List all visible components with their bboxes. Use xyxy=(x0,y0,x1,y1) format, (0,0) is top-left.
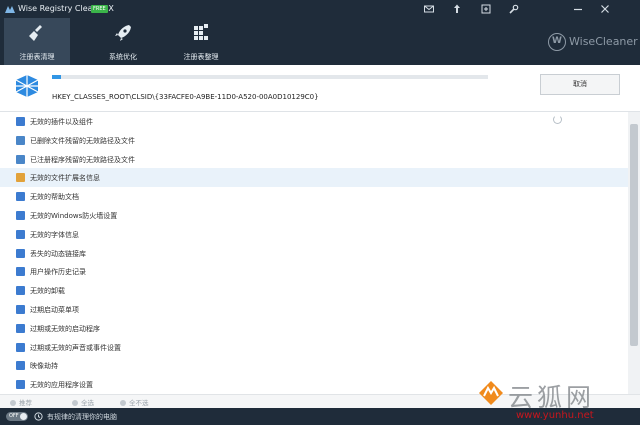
category-icon xyxy=(16,173,25,183)
select-none-button[interactable]: 全不选 xyxy=(120,397,149,407)
cancel-button[interactable]: 取消 xyxy=(540,74,620,95)
rocket-icon xyxy=(115,25,131,41)
tab-label: 注册表整理 xyxy=(183,53,219,61)
free-badge: FREE xyxy=(91,5,108,13)
category-icon xyxy=(16,210,25,220)
select-none-label: 全不选 xyxy=(129,399,149,407)
scan-panel: HKEY_CLASSES_ROOT\CLSID\{33FACFE0-A9BE-1… xyxy=(0,65,640,112)
watermark-logo-icon xyxy=(479,381,503,405)
list-scrollbar[interactable] xyxy=(628,112,640,394)
category-icon xyxy=(16,267,25,277)
category-icon xyxy=(16,304,25,314)
list-item[interactable]: 用户操作历史记录 xyxy=(0,262,628,281)
category-icon xyxy=(16,248,25,258)
category-icon xyxy=(16,361,25,371)
recommend-button[interactable]: 推荐 xyxy=(10,397,32,407)
wisecleaner-logo-icon: W xyxy=(548,33,566,51)
category-icon xyxy=(16,192,25,202)
toggle-state-label: OFF xyxy=(9,413,19,419)
list-item[interactable]: 过期启动菜单项 xyxy=(0,300,628,319)
scan-progress-bar xyxy=(52,75,488,79)
category-icon xyxy=(16,135,25,145)
tab-label: 系统优化 xyxy=(109,53,137,61)
brand-text: WiseCleaner xyxy=(569,35,638,48)
category-icon xyxy=(16,323,25,333)
list-item-label: 过期启动菜单项 xyxy=(30,305,79,314)
list-item[interactable]: 无效的插件以及组件 xyxy=(0,112,628,131)
list-item[interactable]: 已删除文件残留的无效路径及文件 xyxy=(0,131,628,150)
list-item-label: 无效的卸载 xyxy=(30,287,65,296)
category-icon xyxy=(16,117,25,126)
list-item-label: 已删除文件残留的无效路径及文件 xyxy=(30,136,135,145)
list-item-label: 无效的文件扩展名信息 xyxy=(30,174,100,183)
loading-spinner-icon xyxy=(553,115,562,124)
site-watermark: 云狐网 www.yunhu.net xyxy=(478,372,640,425)
scan-current-path: HKEY_CLASSES_ROOT\CLSID\{33FACFE0-A9BE-1… xyxy=(52,93,319,101)
scan-category-list: 无效的插件以及组件已删除文件残留的无效路径及文件 已注册程序残留的无效路径及文件无… xyxy=(0,112,628,394)
category-icon xyxy=(16,380,25,390)
list-item-label: 用户操作历史记录 xyxy=(30,268,86,277)
list-item-label: 无效的字体信息 xyxy=(30,230,79,239)
toggle-knob xyxy=(20,413,27,420)
select-none-radio-icon xyxy=(120,400,126,406)
list-item[interactable]: 已注册程序残留的无效路径及文件 xyxy=(0,150,628,169)
broom-icon xyxy=(29,25,42,41)
list-item-label: 过期或无效的启动程序 xyxy=(30,324,100,333)
settings-menu-icon[interactable] xyxy=(480,3,492,15)
recommend-label: 推荐 xyxy=(19,399,32,407)
clock-icon xyxy=(34,412,43,421)
tab-registry-cleaner[interactable]: 注册表清理 xyxy=(4,18,70,65)
list-item-label: 已注册程序残留的无效路径及文件 xyxy=(30,155,135,164)
category-icon xyxy=(16,229,25,239)
select-all-label: 全选 xyxy=(81,399,94,407)
watermark-chinese-text: 云狐网 xyxy=(508,383,596,412)
select-all-radio-icon xyxy=(72,400,78,406)
list-item-label: 无效的Windows防火墙设置 xyxy=(30,211,118,220)
list-item-label: 无效的帮助文档 xyxy=(30,193,79,202)
category-icon xyxy=(16,342,25,352)
blocks-icon xyxy=(194,24,208,40)
list-item-label: 无效的应用程序设置 xyxy=(30,381,93,390)
list-item[interactable]: 过期或无效的声音或事件设置 xyxy=(0,338,628,357)
registry-cube-icon xyxy=(15,75,39,97)
minimize-icon[interactable] xyxy=(572,3,584,15)
list-item[interactable]: 无效的字体信息 xyxy=(0,225,628,244)
mail-icon[interactable] xyxy=(423,3,435,15)
scheduled-clean-toggle[interactable]: OFF xyxy=(6,412,28,421)
list-item[interactable]: 无效的Windows防火墙设置 xyxy=(0,206,628,225)
pin-icon[interactable] xyxy=(451,3,463,15)
wrench-icon[interactable] xyxy=(508,3,520,15)
list-item[interactable]: 无效的文件扩展名信息 xyxy=(0,168,628,188)
list-item[interactable]: 丢失的动态链接库 xyxy=(0,244,628,263)
recommend-radio-icon xyxy=(10,400,16,406)
scheduled-clean-text: 有规律的清理你的电脑 xyxy=(47,413,117,421)
tab-label: 注册表清理 xyxy=(19,53,55,61)
list-item[interactable]: 无效的卸载 xyxy=(0,281,628,300)
scrollbar-thumb[interactable] xyxy=(630,124,638,346)
app-logo-icon xyxy=(5,6,15,13)
scan-progress-fill xyxy=(52,75,61,79)
watermark-url: www.yunhu.net xyxy=(516,410,594,421)
category-icon xyxy=(16,154,25,164)
list-item[interactable]: 过期或无效的启动程序 xyxy=(0,319,628,338)
tab-system-optimize[interactable]: 系统优化 xyxy=(90,18,156,65)
tab-registry-defrag[interactable]: 注册表整理 xyxy=(168,18,234,65)
list-item-label: 映像劫持 xyxy=(30,362,58,371)
list-item-label: 过期或无效的声音或事件设置 xyxy=(30,343,121,352)
list-item-label: 无效的插件以及组件 xyxy=(30,118,93,126)
title-bar: Wise Registry Cleaner X FREE xyxy=(0,0,640,18)
category-icon xyxy=(16,286,25,296)
list-item[interactable]: 无效的帮助文档 xyxy=(0,187,628,206)
list-item-label: 丢失的动态链接库 xyxy=(30,249,86,258)
close-icon[interactable] xyxy=(599,3,611,15)
select-all-button[interactable]: 全选 xyxy=(72,397,94,407)
main-nav: 注册表清理 系统优化 注册表整理 W WiseCleaner xyxy=(0,18,640,65)
